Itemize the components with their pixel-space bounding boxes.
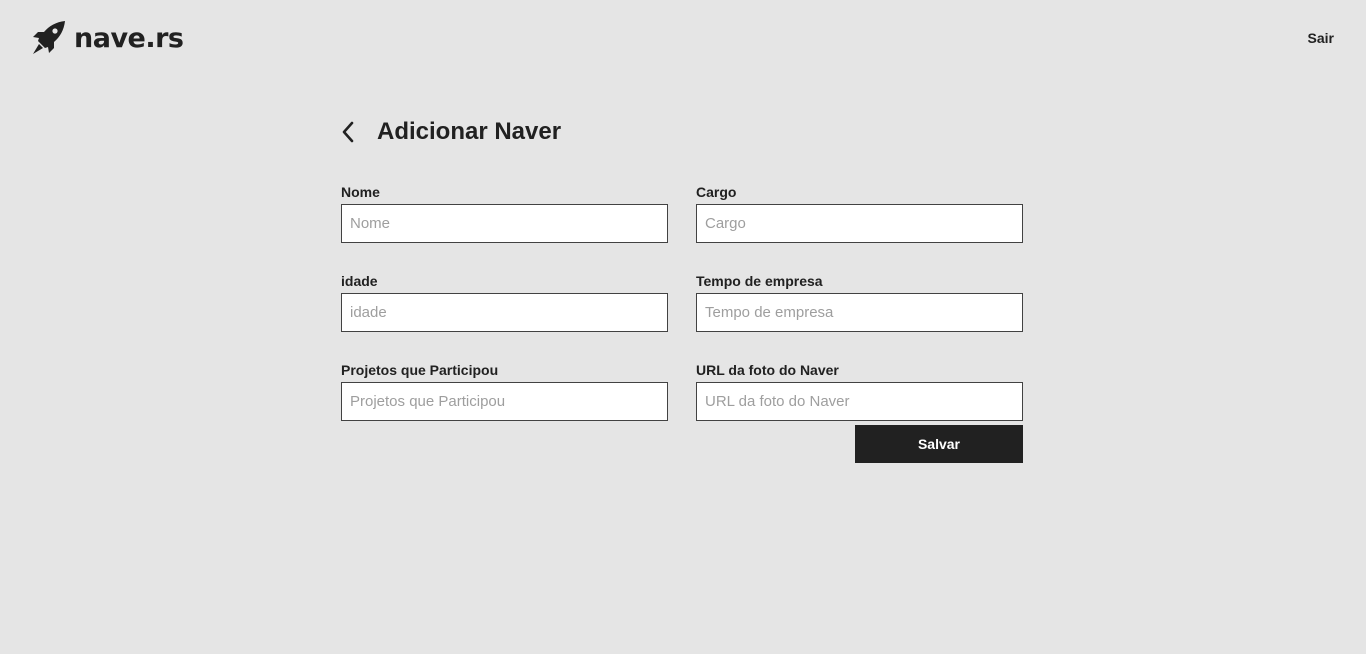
url-foto-input[interactable]	[696, 382, 1023, 421]
field-cargo: Cargo	[696, 184, 1023, 273]
tempo-de-empresa-input[interactable]	[696, 293, 1023, 332]
page: nave.rs Sair Adicionar Naver Nome Cargo …	[0, 0, 1366, 654]
main-content: Adicionar Naver Nome Cargo idade Tempo d…	[341, 112, 1023, 463]
field-projetos: Projetos que Participou	[341, 362, 668, 451]
idade-input[interactable]	[341, 293, 668, 332]
field-label-url-foto: URL da foto do Naver	[696, 362, 839, 378]
field-idade: idade	[341, 273, 668, 362]
nome-input[interactable]	[341, 204, 668, 243]
field-label-cargo: Cargo	[696, 184, 737, 200]
logo-text: nave.rs	[74, 22, 184, 54]
rocket-icon	[33, 21, 65, 54]
save-button[interactable]: Salvar	[855, 425, 1023, 463]
field-label-projetos: Projetos que Participou	[341, 362, 499, 378]
chevron-left-icon	[342, 121, 354, 143]
field-label-nome: Nome	[341, 184, 380, 200]
back-button[interactable]	[341, 118, 361, 146]
cargo-input[interactable]	[696, 204, 1023, 243]
logo[interactable]: nave.rs	[30, 20, 184, 56]
field-label-idade: idade	[341, 273, 378, 289]
title-row: Adicionar Naver	[341, 112, 1023, 152]
logout-link[interactable]: Sair	[1308, 30, 1334, 46]
add-naver-form: Nome Cargo idade Tempo de empresa Projet…	[341, 184, 1023, 451]
page-title: Adicionar Naver	[377, 118, 562, 145]
field-tempo-de-empresa: Tempo de empresa	[696, 273, 1023, 362]
field-label-tempo-de-empresa: Tempo de empresa	[696, 273, 823, 289]
field-nome: Nome	[341, 184, 668, 273]
projetos-input[interactable]	[341, 382, 668, 421]
app-header: nave.rs Sair	[0, 0, 1366, 80]
